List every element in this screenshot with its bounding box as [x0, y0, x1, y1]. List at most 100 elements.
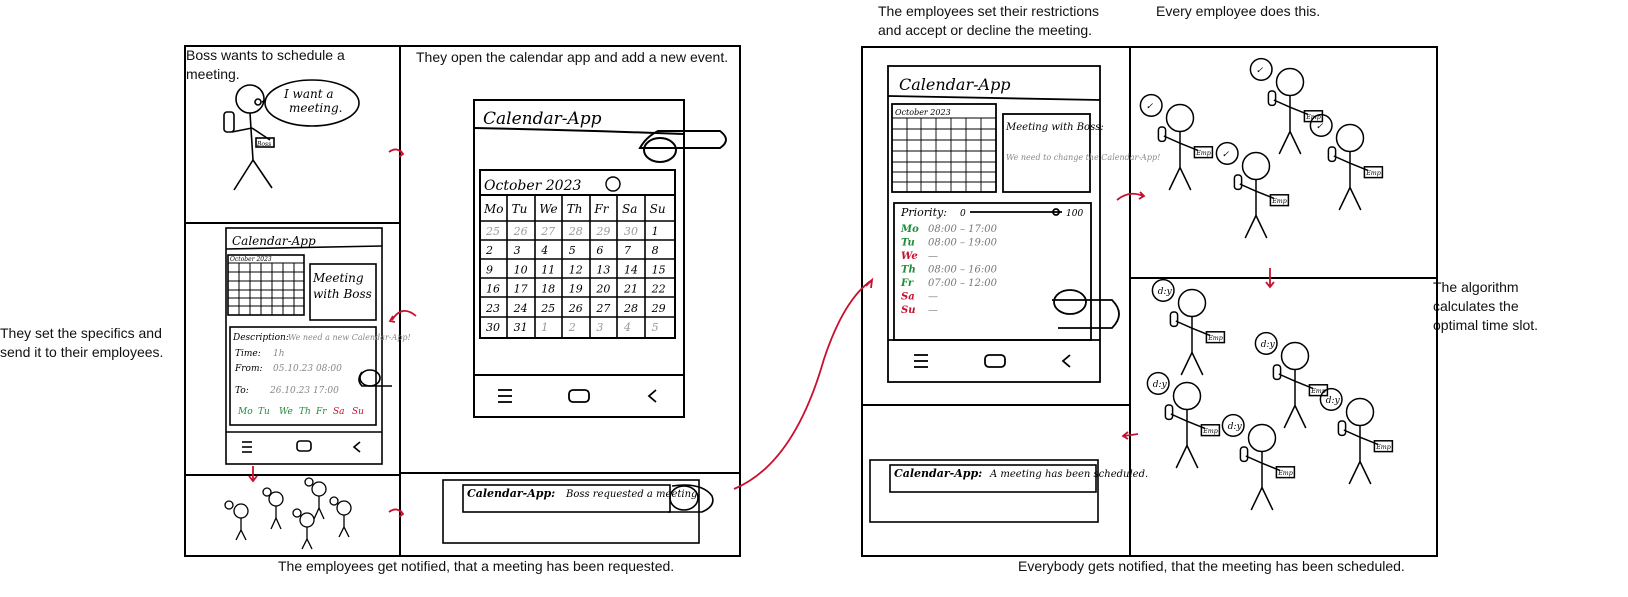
- calendar-day[interactable]: 8: [652, 244, 659, 257]
- calendar-day[interactable]: 3: [514, 244, 521, 257]
- availability-time: 08:00 – 19:00: [928, 238, 998, 249]
- calendar-day[interactable]: 30: [624, 225, 638, 238]
- time-label: Time:: [235, 349, 261, 359]
- calendar-day[interactable]: 1: [652, 225, 659, 238]
- weekday-Sa: Sa: [622, 202, 637, 216]
- svg-text:Sa: Sa: [333, 407, 345, 417]
- calendar-day[interactable]: 4: [540, 244, 548, 257]
- availability-day: We: [901, 251, 918, 262]
- speech-bubble-text: I want a: [283, 87, 334, 101]
- storyboard-sketch: I want a meeting. Boss Calendar-App Octo…: [184, 45, 1438, 557]
- availability-time: 08:00 – 17:00: [928, 224, 998, 235]
- weekday-row-1: Mo Tu We Th Fr Sa Su: [237, 407, 364, 417]
- calendar-day[interactable]: 16: [486, 283, 500, 296]
- app-title-1: Calendar-App: [232, 234, 316, 248]
- to-label: To:: [235, 386, 249, 396]
- calendar-day[interactable]: 25: [485, 225, 500, 238]
- panel-scheduled-notification: [861, 404, 1131, 557]
- weekday-Tu: Tu: [512, 202, 528, 216]
- calendar-day[interactable]: 7: [624, 244, 631, 257]
- calendar-day[interactable]: 22: [651, 283, 666, 296]
- calendar-day[interactable]: 2: [568, 321, 576, 334]
- panel-employees: [184, 474, 401, 557]
- availability-time: 08:00 – 16:00: [928, 265, 998, 276]
- employee-figure: ✓ Emp: [1309, 113, 1384, 211]
- svg-text:Emp: Emp: [1365, 170, 1381, 177]
- availability-time: 07:00 – 12:00: [928, 278, 998, 289]
- svg-text:We: We: [279, 407, 293, 417]
- meeting-with-boss-desc: We need to change the Calendar-App!: [1006, 153, 1160, 162]
- calendar-day[interactable]: 14: [624, 263, 638, 276]
- calendar-day[interactable]: 27: [595, 302, 610, 315]
- availability-day: Sa: [901, 292, 915, 303]
- calendar-day[interactable]: 20: [595, 283, 610, 296]
- weekday-Mo: Mo: [483, 202, 504, 216]
- notif-scheduled-text: A meeting has been scheduled.: [989, 469, 1148, 480]
- employee-group-1: [224, 477, 352, 550]
- weekday-Th: Th: [567, 202, 583, 216]
- availability-day: Tu: [901, 238, 915, 249]
- calendar-day[interactable]: 24: [513, 302, 528, 315]
- calendar-day[interactable]: 5: [569, 244, 576, 257]
- calendar-day[interactable]: 30: [486, 321, 500, 334]
- availability-day: Su: [901, 305, 916, 316]
- phone-nav-2: [914, 354, 1071, 368]
- to-value: 26.10.23 17:00: [269, 386, 339, 396]
- calendar-day[interactable]: 27: [540, 225, 555, 238]
- availability-list: Mo 08:00 – 17:00 Tu 08:00 – 19:00 We — Th 08:00…: [900, 224, 998, 316]
- svg-text:d:y: d:y: [1158, 287, 1173, 297]
- calendar-day[interactable]: 12: [569, 263, 583, 276]
- weekday-Fr: Fr: [593, 202, 609, 216]
- svg-text:✓: ✓: [1256, 66, 1264, 76]
- calendar-day[interactable]: 5: [652, 321, 659, 334]
- employee-figure: d:y Emp: [1151, 278, 1226, 376]
- svg-text:Emp: Emp: [1202, 428, 1218, 435]
- calendar-day[interactable]: 28: [568, 225, 583, 238]
- svg-text:Mo: Mo: [237, 407, 253, 417]
- calendar-day[interactable]: 9: [486, 263, 493, 276]
- priority-slider: [970, 208, 1062, 216]
- svg-text:Emp: Emp: [1195, 150, 1211, 157]
- calendar-day[interactable]: 21: [623, 283, 638, 296]
- calendar-day[interactable]: 23: [485, 302, 500, 315]
- calendar-day[interactable]: 25: [540, 302, 555, 315]
- calendar-day[interactable]: 29: [595, 225, 610, 238]
- calendar-day[interactable]: 15: [652, 263, 666, 276]
- calendar-day[interactable]: 29: [651, 302, 666, 315]
- calendar-day[interactable]: 3: [596, 321, 603, 334]
- availability-time: —: [928, 251, 938, 262]
- calendar-day[interactable]: 28: [623, 302, 638, 315]
- calendar-day[interactable]: 2: [485, 244, 493, 257]
- calendar-day[interactable]: 6: [596, 244, 603, 257]
- panel-every-employee: [1129, 46, 1438, 279]
- employee-figure: ✓ Emp: [1139, 93, 1214, 191]
- employee-figure: d:y Emp: [1221, 413, 1296, 511]
- priority-max: 100: [1066, 209, 1083, 219]
- calendar-day[interactable]: 26: [513, 225, 528, 238]
- calendar-day[interactable]: 31: [514, 321, 528, 334]
- availability-time: —: [928, 292, 938, 303]
- availability-day: Th: [901, 265, 916, 276]
- svg-text:Emp: Emp: [1277, 470, 1293, 477]
- month-label-big: October 2023: [484, 178, 581, 194]
- calendar-day[interactable]: 26: [568, 302, 583, 315]
- calendar-day[interactable]: 18: [541, 283, 555, 296]
- calendar-day[interactable]: 10: [514, 263, 528, 276]
- svg-text:✓: ✓: [1222, 150, 1230, 160]
- availability-day: Fr: [900, 278, 914, 289]
- from-label: From:: [234, 364, 263, 374]
- weekday-Su: Su: [650, 202, 666, 216]
- employee-figure: d:y Emp: [1146, 371, 1221, 469]
- employee-figure: d:y Emp: [1319, 387, 1394, 485]
- svg-text:d:y: d:y: [1326, 396, 1341, 406]
- calendar-day[interactable]: 1: [541, 321, 548, 334]
- svg-text:Emp: Emp: [1375, 444, 1391, 451]
- from-value: 05.10.23 08:00: [273, 364, 342, 374]
- calendar-day[interactable]: 13: [596, 263, 610, 276]
- calendar-day[interactable]: 17: [514, 283, 528, 296]
- calendar-day[interactable]: 11: [541, 263, 555, 276]
- weekday-We: We: [539, 202, 557, 216]
- calendar-day[interactable]: 4: [623, 321, 631, 334]
- calendar-day[interactable]: 19: [569, 283, 583, 296]
- priority-label: Priority:: [900, 206, 947, 219]
